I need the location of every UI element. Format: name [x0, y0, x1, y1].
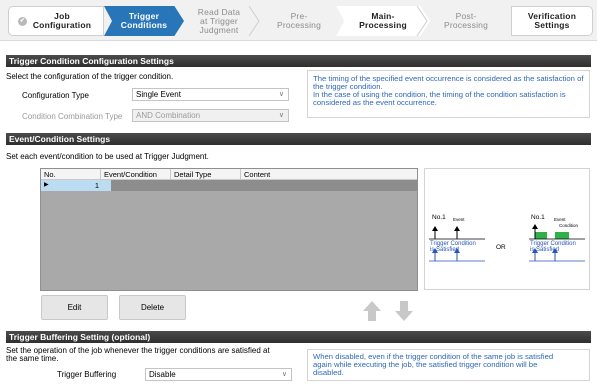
- trigger-timing-diagram: [429, 224, 585, 262]
- trigger-diagram: No.1 Event Trigger Condition is Satisfie…: [424, 168, 590, 290]
- event-type-cell[interactable]: [111, 180, 181, 191]
- table-row[interactable]: ▶ 1: [41, 180, 417, 191]
- column-header: Event/Condition Type: [101, 169, 171, 190]
- combination-type-label: Condition Combination Type: [22, 112, 123, 121]
- buffering-instruction: Set the operation of the job whenever th…: [6, 346, 270, 363]
- trigger-config-instruction: Select the configuration of the trigger …: [6, 72, 174, 81]
- column-header: Content: [244, 170, 271, 179]
- step-label: Verification Settings: [527, 11, 577, 30]
- column-header: No.: [41, 169, 101, 180]
- move-down-icon[interactable]: [394, 300, 414, 322]
- chevron-down-icon: ∨: [278, 91, 284, 98]
- diagram-left-result: Trigger Condition is Satisfied: [430, 241, 476, 253]
- diagram-left-event: Event: [453, 217, 465, 222]
- diagram-left-no: No.1: [432, 214, 446, 221]
- configuration-type-label: Configuration Type: [22, 91, 90, 100]
- diagram-right-condition: Condition: [559, 223, 579, 228]
- step-label: Main- Processing: [359, 11, 407, 30]
- combination-type-value: AND Combination: [136, 111, 201, 120]
- trigger-buffering-value: Disable: [149, 370, 176, 379]
- wizard-steps: ✔ Job Configuration Trigger Conditions R…: [0, 0, 597, 41]
- diagram-right-result: Trigger Condition is Satisfied: [530, 241, 576, 253]
- configuration-type-value: Single Event: [136, 90, 181, 99]
- step-label: Job Configuration: [32, 11, 92, 30]
- table-header: No. Event/Condition Type Detail Type Con…: [41, 169, 417, 190]
- edit-button[interactable]: Edit: [41, 295, 108, 320]
- chevron-down-icon: ∨: [281, 371, 287, 378]
- event-table: No. Event/Condition Type Detail Type Con…: [40, 168, 418, 291]
- step-post-processing: Post- Processing: [424, 6, 508, 36]
- step-label: Trigger Conditions: [120, 11, 168, 30]
- trigger-buffering-label: Trigger Buffering: [57, 370, 117, 379]
- diagram-right-no: No.1: [531, 214, 545, 221]
- step-verification-settings[interactable]: Verification Settings: [511, 6, 593, 36]
- row-pointer-icon: ▶: [44, 182, 49, 188]
- section-header-trigger-config: Trigger Condition Configuration Settings: [6, 55, 591, 67]
- move-up-icon[interactable]: [362, 300, 382, 322]
- event-settings-instruction: Set each event/condition to be used at T…: [6, 152, 209, 161]
- buffering-note: When disabled, even if the trigger condi…: [307, 349, 590, 381]
- configuration-type-select[interactable]: Single Event ∨: [132, 88, 289, 101]
- trigger-config-note: The timing of the specified event occurr…: [307, 70, 590, 118]
- section-header-event-settings: Event/Condition Settings: [6, 133, 591, 145]
- check-icon: ✔: [18, 17, 27, 26]
- step-label: Pre- Processing: [276, 11, 322, 30]
- diagram-or-label: OR: [496, 244, 506, 251]
- step-label: Read Data at Trigger Judgment: [197, 6, 241, 35]
- combination-type-select: AND Combination ∨: [132, 109, 289, 122]
- step-label: Post- Processing: [443, 11, 489, 30]
- diagram-right-event: Event: [554, 217, 566, 222]
- row-number-cell[interactable]: ▶ 1: [41, 180, 111, 191]
- section-header-buffering: Trigger Buffering Setting (optional): [6, 331, 591, 343]
- chevron-down-icon: ∨: [278, 112, 284, 119]
- trigger-buffering-select[interactable]: Disable ∨: [145, 368, 292, 381]
- row-number: 1: [94, 181, 99, 190]
- step-job-configuration[interactable]: ✔ Job Configuration: [8, 6, 104, 36]
- step-trigger-conditions[interactable]: Trigger Conditions: [104, 6, 184, 36]
- content-cell[interactable]: [251, 180, 419, 191]
- detail-type-cell[interactable]: [181, 180, 251, 191]
- column-header: Detail Type: [171, 169, 241, 180]
- delete-button[interactable]: Delete: [119, 295, 186, 320]
- step-pre-processing: Pre- Processing: [256, 6, 342, 36]
